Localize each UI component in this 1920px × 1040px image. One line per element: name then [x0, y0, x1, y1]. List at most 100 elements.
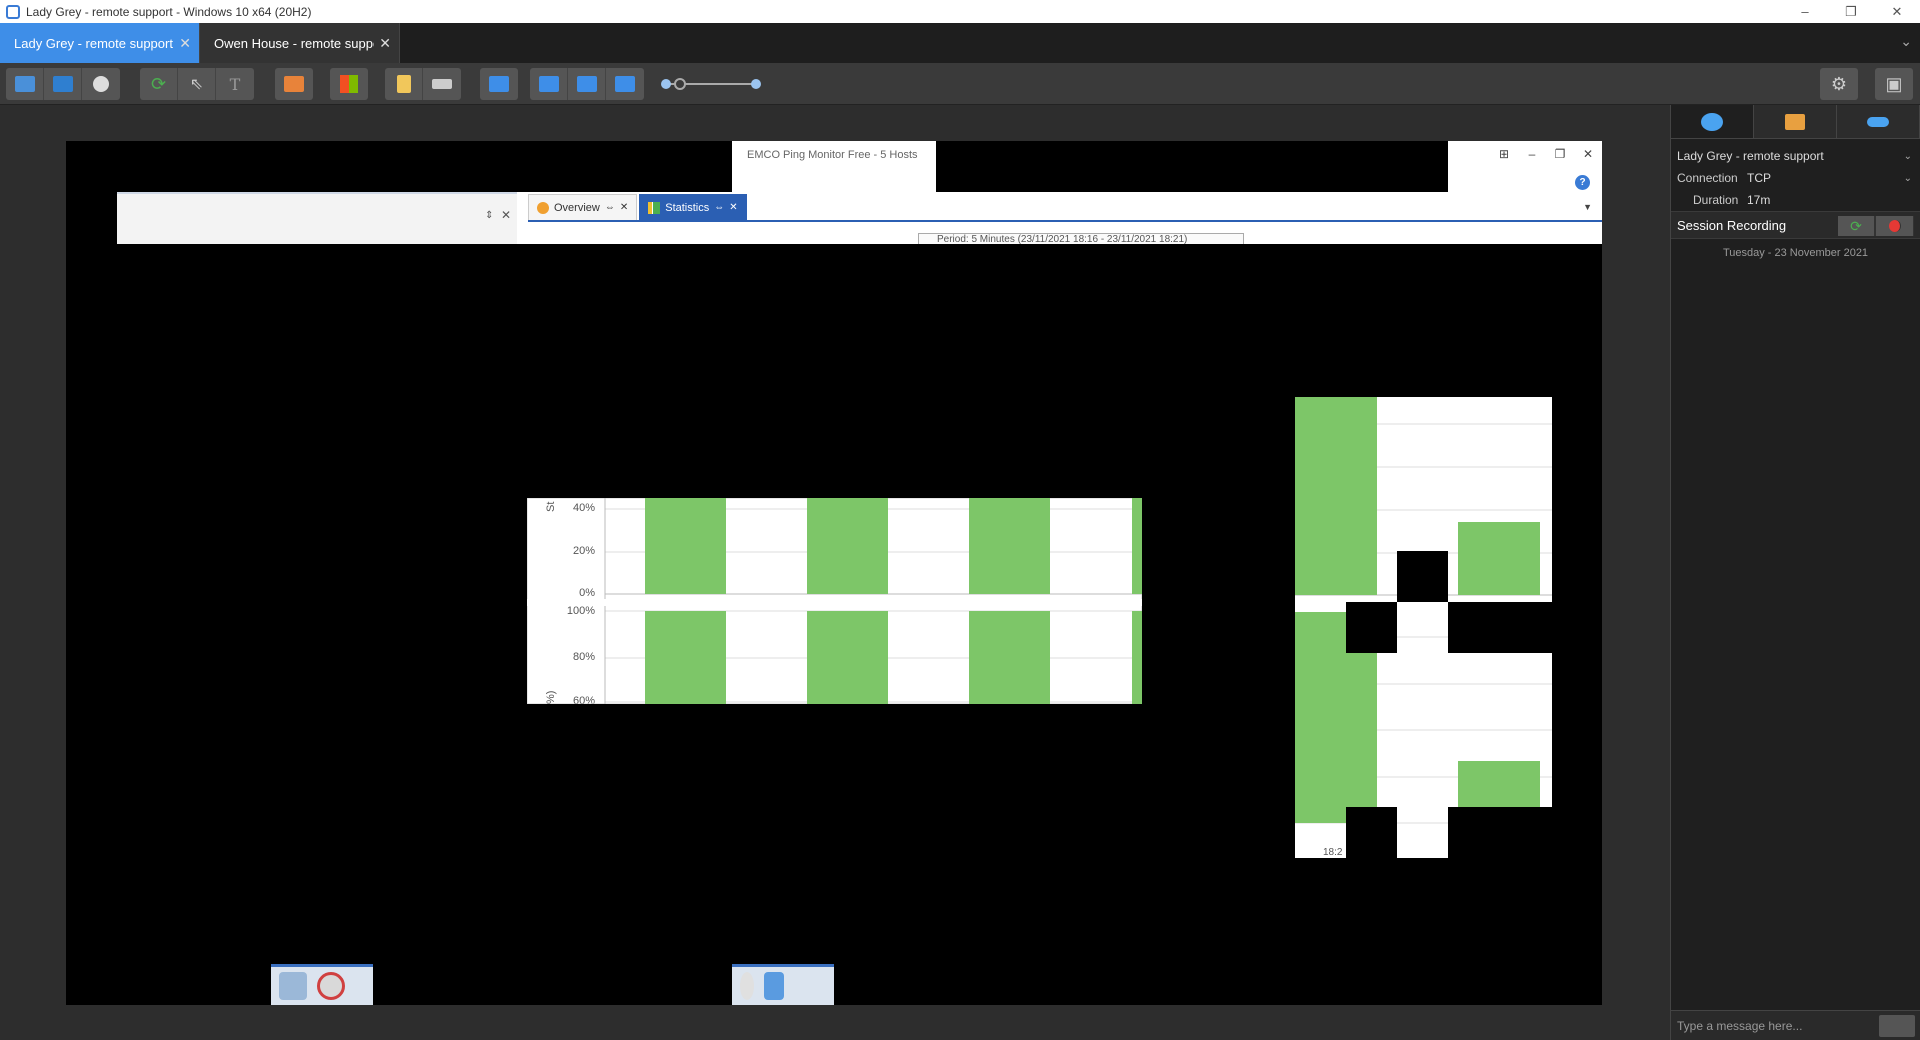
duration-row: Duration 17m	[1671, 189, 1920, 211]
tab-settings-toggles[interactable]	[1837, 105, 1920, 138]
bar-chart-icon	[648, 201, 661, 214]
message-placeholder: Type a message here...	[1677, 1019, 1803, 1033]
pin-icon[interactable]: ⇔	[605, 202, 615, 213]
chevron-down-icon[interactable]: ⌄	[1904, 173, 1912, 184]
gear-icon: ⚙	[1830, 73, 1848, 94]
zoom-out-icon[interactable]	[661, 79, 671, 89]
refresh-button[interactable]: ⟳	[140, 68, 178, 100]
recording-refresh-button[interactable]: ⟳	[1838, 216, 1876, 236]
tab-label: Owen House - remote support	[214, 35, 374, 51]
x-tick-label: 18:2	[1323, 847, 1343, 858]
scaling-group	[530, 68, 644, 100]
search-tool-icon[interactable]	[279, 972, 307, 1000]
duration-value: 17m	[1747, 193, 1771, 207]
remote-screen-button[interactable]	[6, 68, 44, 100]
tab-toolbox[interactable]	[1754, 105, 1837, 138]
stretch-icon	[615, 76, 635, 92]
monitor-select-group	[480, 68, 518, 100]
minimize-button[interactable]: –	[1782, 0, 1828, 23]
session-side-panel: Lady Grey - remote support ⌄ Connection …	[1670, 105, 1920, 1040]
clipboard-button[interactable]	[385, 68, 423, 100]
restore-button[interactable]: ❐	[1828, 0, 1874, 23]
window-titlebar: Lady Grey - remote support - Windows 10 …	[0, 0, 1920, 23]
close-button[interactable]: ✕	[1874, 0, 1920, 23]
emco-ping-icon[interactable]	[317, 972, 345, 1000]
session-name-row: Lady Grey - remote support ⌄	[1671, 145, 1920, 167]
minimize-icon[interactable]: –	[1518, 147, 1546, 161]
windows-logo-icon	[340, 75, 358, 93]
text-button[interactable]: T	[216, 68, 254, 100]
pointer-button[interactable]: ⇖	[178, 68, 216, 100]
zoom-slider[interactable]	[658, 76, 764, 92]
pin-icon[interactable]: ⇔	[714, 202, 724, 213]
session-tab-lady-grey[interactable]: Lady Grey - remote support ✕	[0, 23, 200, 63]
monitor-icon	[489, 76, 509, 92]
refresh-icon: ⟳	[1838, 216, 1875, 236]
remote-support-icon[interactable]	[764, 972, 784, 1000]
status-bar	[1458, 522, 1540, 595]
zoom-in-icon[interactable]	[751, 79, 761, 89]
percent-bar	[1132, 611, 1142, 704]
close-tab-icon[interactable]: ✕	[379, 35, 391, 52]
file-transfer-button[interactable]	[44, 68, 82, 100]
session-tabbar: Lady Grey - remote support ✕ Owen House …	[0, 23, 1920, 63]
restore-icon[interactable]: ❐	[1546, 147, 1574, 161]
app-icon	[6, 4, 20, 19]
record-button[interactable]	[1876, 216, 1914, 236]
tab-overflow-icon[interactable]: ⌄	[1900, 33, 1912, 50]
close-icon[interactable]: ✕	[1574, 147, 1602, 161]
status-bar	[807, 498, 888, 594]
scale-stretch-button[interactable]	[606, 68, 644, 100]
clipboard-icon	[396, 75, 411, 93]
close-pane-icon[interactable]: ✕	[501, 208, 511, 222]
chat-message-input[interactable]: Type a message here...	[1671, 1010, 1920, 1040]
status-bar	[1132, 498, 1142, 594]
chevron-down-icon[interactable]: ▼	[1583, 202, 1592, 212]
fullscreen-group	[275, 68, 313, 100]
chart-grid	[1295, 397, 1552, 858]
scale-fit-button[interactable]	[568, 68, 606, 100]
scale-actual-button[interactable]	[530, 68, 568, 100]
tab-chat[interactable]	[1671, 105, 1754, 138]
monitor-icon	[14, 76, 35, 92]
toggle-panel-button[interactable]: ▣	[1875, 68, 1913, 100]
status-bar	[645, 498, 726, 594]
layout-icon[interactable]: ⊞	[1490, 147, 1518, 161]
session-recording-row: Session Recording ⟳	[1671, 211, 1920, 239]
fullscreen-button[interactable]	[275, 68, 313, 100]
tab-overview[interactable]: Overview ⇔ ✕	[528, 194, 638, 220]
document-tabs: Overview ⇔ ✕ Statistics ⇔ ✕ ▼	[528, 194, 1602, 222]
settings-button[interactable]: ⚙	[1820, 68, 1858, 100]
windows-key-button[interactable]	[330, 68, 368, 100]
input-group	[385, 68, 461, 100]
period-selector[interactable]: Period: 5 Minutes (23/11/2021 18:16 - 23…	[918, 233, 1244, 244]
send-options-button[interactable]	[1879, 1015, 1915, 1037]
keyboard-button[interactable]	[423, 68, 461, 100]
duration-label: Duration	[1693, 193, 1739, 207]
chevron-down-icon[interactable]: ⌄	[1904, 151, 1912, 162]
action-group: ⟳ ⇖ T	[140, 68, 254, 100]
slider-handle[interactable]	[674, 78, 686, 90]
window-title: Lady Grey - remote support - Windows 10 …	[26, 4, 312, 19]
toolbox-icon	[1785, 113, 1805, 130]
status-bar	[1295, 397, 1377, 595]
pin-icon[interactable]: ⇕	[485, 210, 493, 221]
recording-label: Session Recording	[1677, 217, 1787, 233]
app-icon[interactable]	[740, 972, 754, 1000]
view-mode-group	[6, 68, 120, 100]
performance-button[interactable]	[82, 68, 120, 100]
close-tab-icon[interactable]: ✕	[620, 202, 628, 213]
close-tab-icon[interactable]: ✕	[729, 202, 737, 213]
monitor-select-button[interactable]	[480, 68, 518, 100]
help-icon[interactable]: ?	[1575, 175, 1590, 190]
transfer-icon	[52, 76, 73, 92]
session-tab-owen-house[interactable]: Owen House - remote support ✕	[200, 23, 400, 63]
tab-statistics[interactable]: Statistics ⇔ ✕	[639, 194, 747, 220]
connection-value: TCP	[1747, 171, 1771, 185]
text-icon: T	[229, 74, 241, 94]
emco-window-title: EMCO Ping Monitor Free - 5 Hosts	[732, 141, 936, 192]
close-tab-icon[interactable]: ✕	[179, 35, 191, 52]
remote-screen[interactable]: EMCO Ping Monitor Free - 5 Hosts ⊞ – ❐ ✕…	[66, 141, 1602, 1005]
recording-controls: ⟳	[1838, 216, 1914, 236]
taskbar-fragment	[732, 964, 834, 1005]
